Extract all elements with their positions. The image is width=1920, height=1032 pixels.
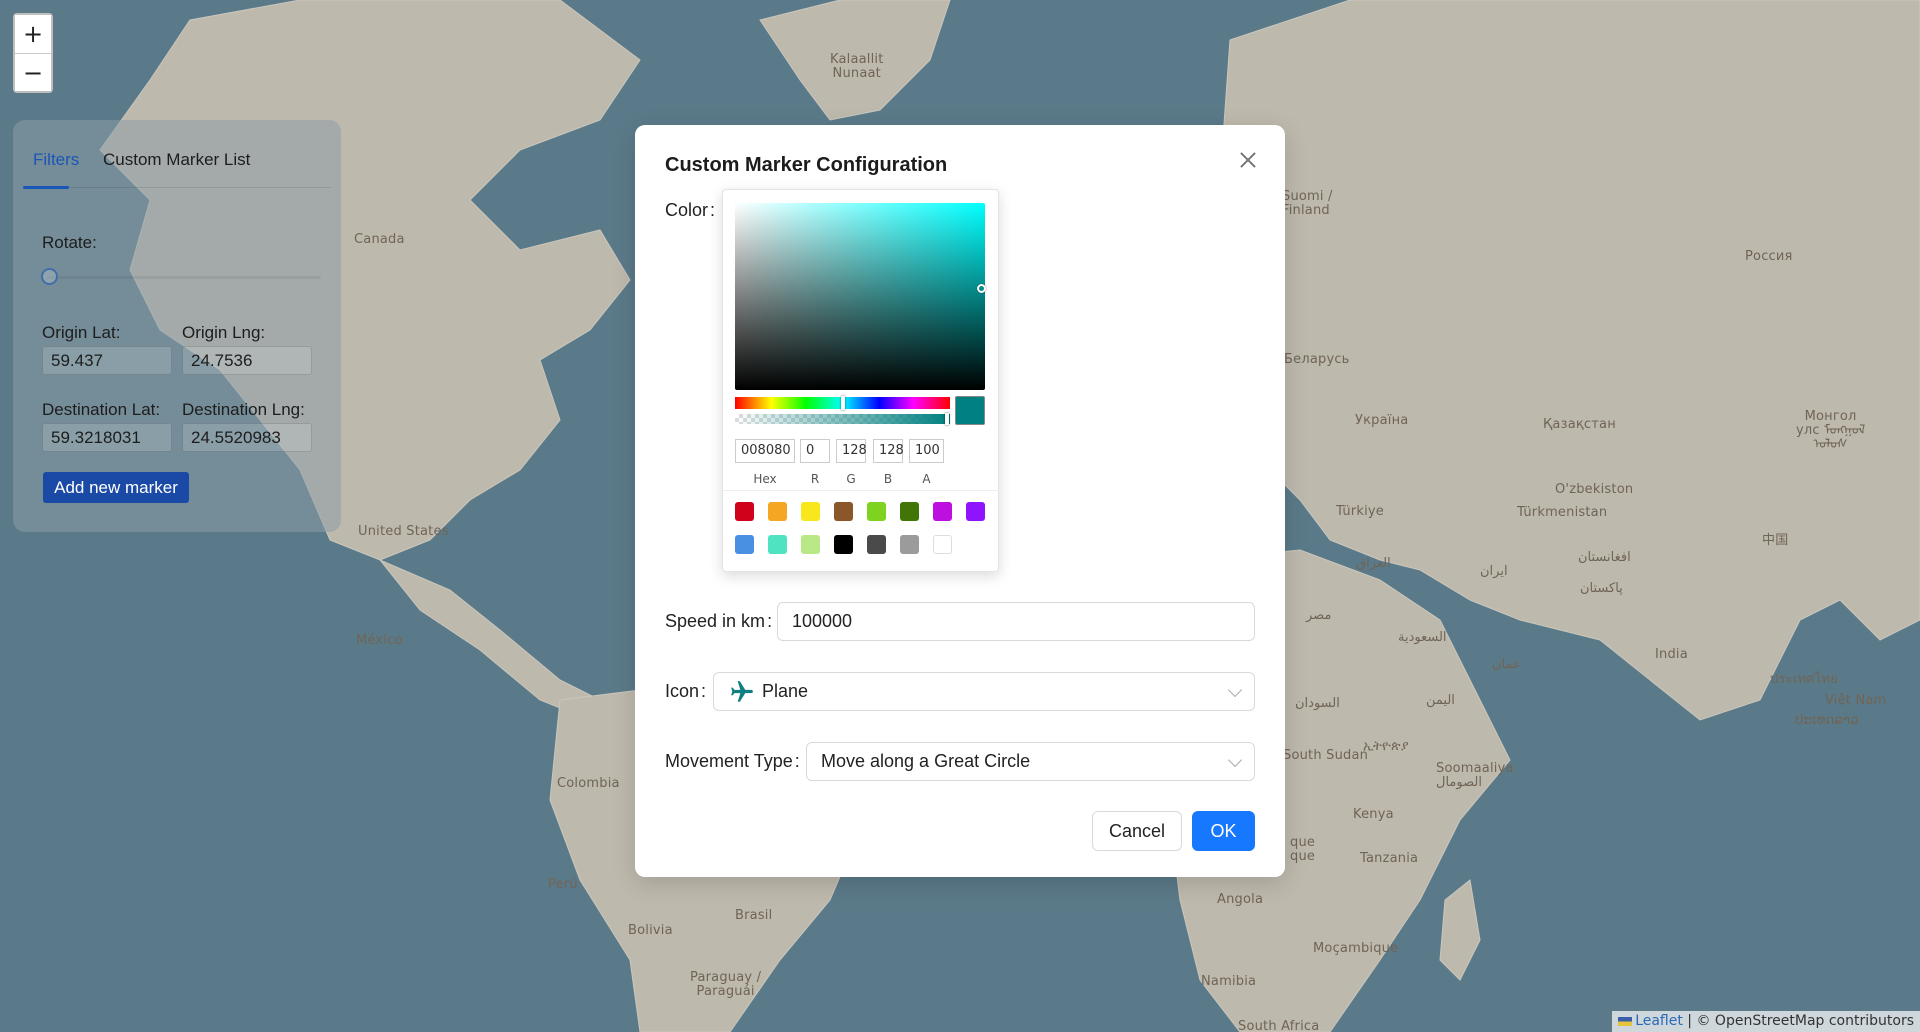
preset-color-swatch[interactable] (867, 535, 886, 554)
icon-select-value: Plane (762, 681, 809, 701)
green-input[interactable]: 128 (836, 439, 867, 463)
hex-label: Hex (753, 472, 777, 486)
current-color-swatch (955, 396, 985, 425)
saturation-area[interactable] (735, 203, 985, 390)
preset-color-swatch[interactable] (735, 502, 754, 521)
speed-label: Speed in km: (665, 611, 772, 632)
preset-color-swatch[interactable] (801, 502, 820, 521)
plane-icon (731, 681, 753, 702)
chevron-down-icon (1227, 682, 1243, 698)
movement-type-value: Move along a Great Circle (821, 751, 1031, 771)
alpha-label: A (922, 472, 931, 486)
hex-input[interactable]: 008080 (735, 439, 795, 463)
label-colon: : (701, 681, 707, 701)
preset-color-swatch[interactable] (933, 502, 952, 521)
speed-label-text: Speed in km (665, 611, 766, 631)
movement-type-label: Movement Type: (665, 751, 800, 772)
preset-color-swatch[interactable] (834, 502, 853, 521)
preset-color-swatch[interactable] (900, 502, 919, 521)
color-label: Color: (665, 200, 715, 221)
preset-color-swatch[interactable] (933, 535, 952, 554)
preset-color-swatch[interactable] (801, 535, 820, 554)
alpha-slider[interactable] (735, 414, 950, 424)
icon-label: Icon: (665, 681, 706, 702)
modal-title: Custom Marker Configuration (665, 154, 948, 176)
icon-label-text: Icon (665, 681, 700, 701)
alpha-input[interactable]: 100 (909, 439, 944, 463)
close-icon[interactable] (1235, 147, 1261, 173)
color-picker: 008080 0 128 128 100 Hex R G B A (722, 189, 1000, 572)
preset-color-swatch[interactable] (867, 502, 886, 521)
preset-color-swatch[interactable] (768, 502, 787, 521)
green-label: G (846, 472, 856, 486)
custom-marker-modal: Custom Marker Configuration Color: 00808… (635, 125, 1285, 877)
label-colon: : (794, 751, 800, 771)
preset-color-swatch[interactable] (966, 502, 985, 521)
preset-color-swatch[interactable] (768, 535, 787, 554)
blue-input[interactable]: 128 (873, 439, 904, 463)
label-colon: : (710, 200, 716, 220)
saturation-handle[interactable] (977, 284, 986, 293)
preset-color-swatch[interactable] (900, 535, 919, 554)
color-label-text: Color (665, 200, 709, 220)
red-label: R (810, 472, 820, 486)
label-colon: : (767, 611, 773, 631)
icon-select[interactable]: Plane (713, 672, 1255, 711)
alpha-slider-handle[interactable] (945, 413, 949, 425)
preset-color-swatch[interactable] (834, 535, 853, 554)
hue-slider-handle[interactable] (841, 396, 845, 410)
cancel-button[interactable]: Cancel (1092, 811, 1182, 851)
preset-color-swatch[interactable] (735, 535, 754, 554)
movement-type-label-text: Movement Type (665, 751, 793, 771)
speed-input[interactable]: 100000 (777, 602, 1255, 641)
preset-divider (723, 490, 1000, 491)
chevron-down-icon (1227, 752, 1243, 768)
blue-label: B (883, 472, 893, 486)
movement-type-select[interactable]: Move along a Great Circle (806, 742, 1255, 781)
ok-button[interactable]: OK (1192, 811, 1255, 851)
red-input[interactable]: 0 (800, 439, 830, 463)
